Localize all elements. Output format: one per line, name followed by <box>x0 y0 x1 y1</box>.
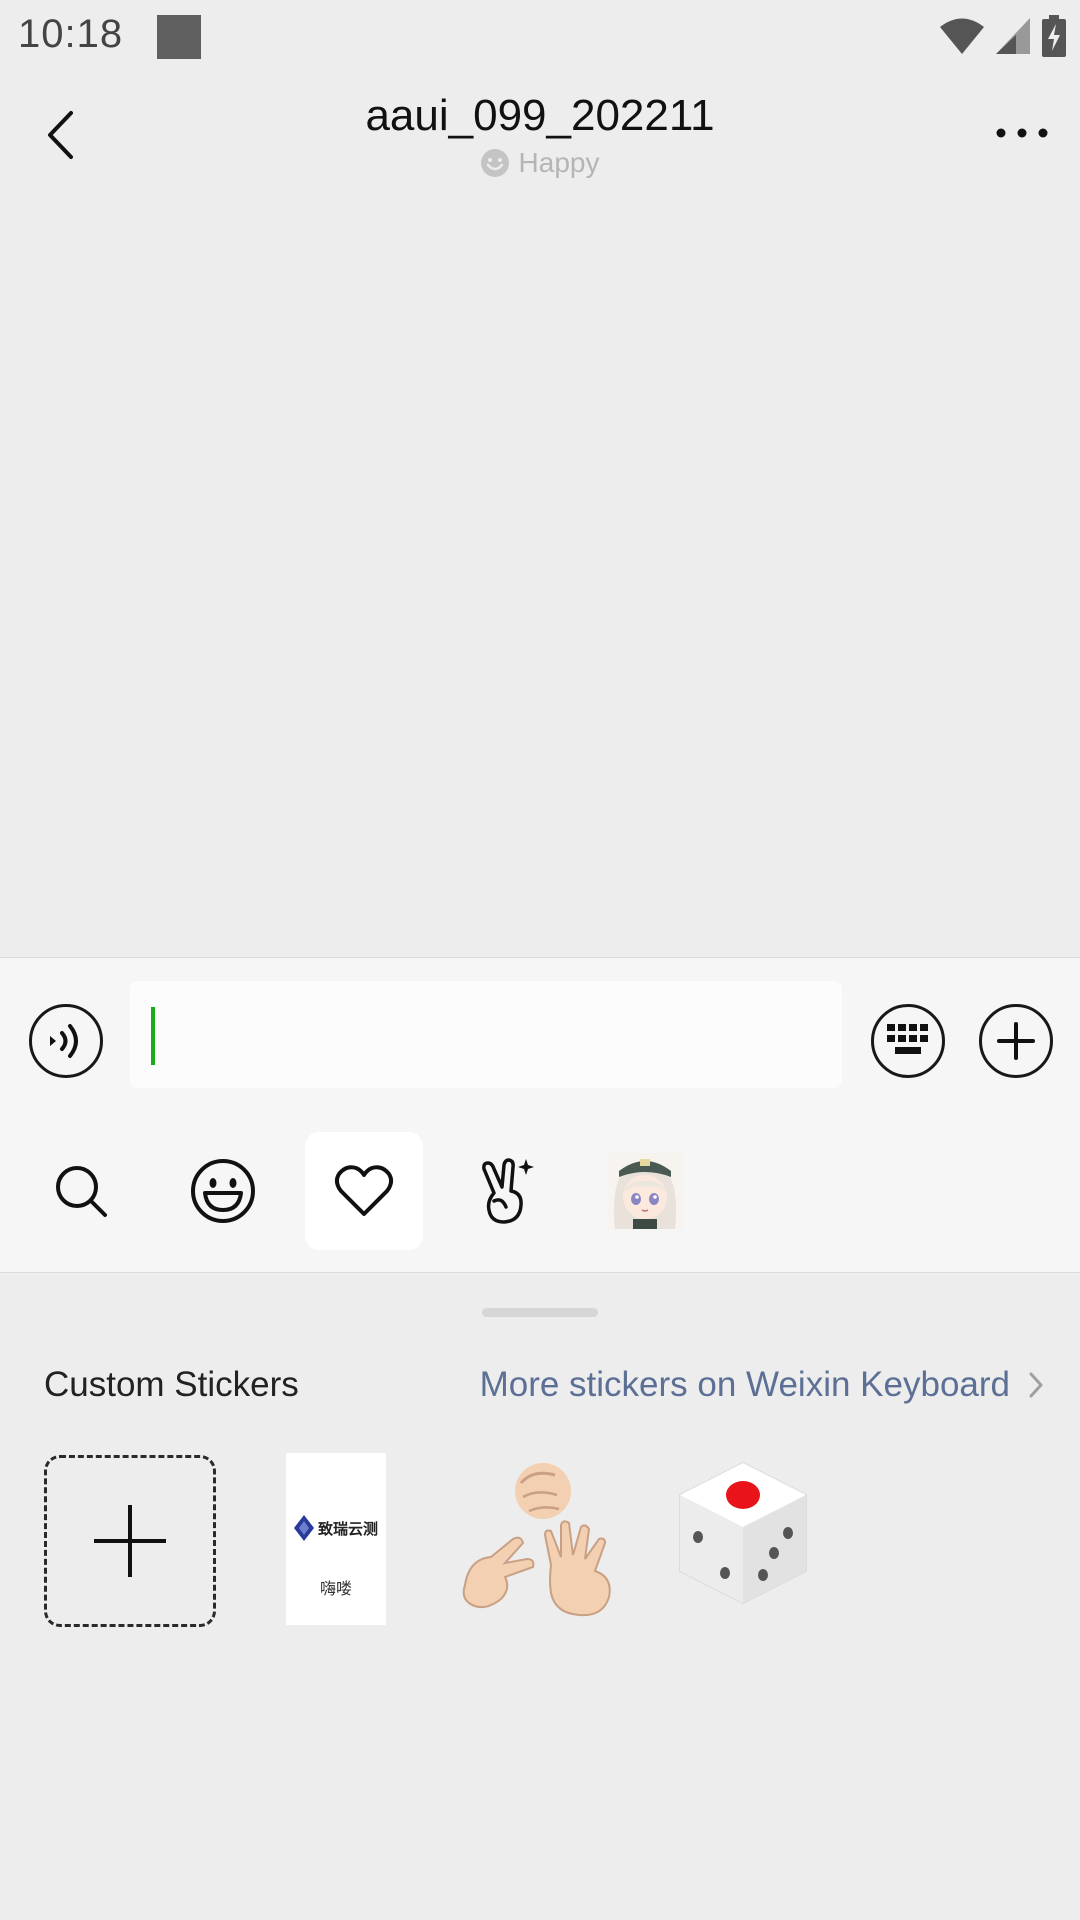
fist-icon <box>515 1463 571 1519</box>
tab-gestures[interactable] <box>447 1132 565 1250</box>
document-sticker[interactable]: 致瑞云测 嗨喽 <box>286 1453 386 1625</box>
tab-favorites[interactable] <box>305 1132 423 1250</box>
tab-emoji[interactable] <box>164 1132 282 1250</box>
more-stickers-link-text: More stickers on Weixin Keyboard <box>479 1365 1010 1404</box>
drag-handle[interactable] <box>482 1308 598 1317</box>
message-input[interactable] <box>130 981 842 1088</box>
emoji-icon <box>191 1159 255 1223</box>
chat-header: aaui_099_202211 Happy <box>0 75 1080 200</box>
plus-icon <box>997 1022 1035 1060</box>
status-time: 10:18 <box>18 12 124 56</box>
section-label: Custom Stickers <box>44 1365 299 1404</box>
voice-button[interactable] <box>29 1004 103 1078</box>
status-icons <box>940 14 1066 58</box>
more-stickers-link[interactable]: More stickers on Weixin Keyboard <box>480 1365 1044 1405</box>
battery-charging-icon <box>1042 15 1066 57</box>
chat-screen: 10:18 aaui_099_202211 Happy Custom Stick… <box>0 0 1080 1920</box>
smiley-icon <box>480 149 509 177</box>
wifi-icon <box>940 18 984 54</box>
doc-logo-text: 致瑞云测 <box>317 1520 378 1538</box>
chat-title: aaui_099_202211 <box>365 91 715 140</box>
doc-caption: 嗨喽 <box>319 1581 352 1598</box>
status-bar: 10:18 <box>0 0 1080 75</box>
contact-status-text: Happy <box>518 147 600 178</box>
more-dots-icon <box>996 128 1048 138</box>
notification-square-icon <box>157 15 201 59</box>
sticker-tabs <box>0 1110 1080 1273</box>
scissors-hand-icon <box>462 1536 535 1609</box>
message-list[interactable] <box>0 200 1080 957</box>
voice-icon <box>50 1024 78 1058</box>
text-caret <box>151 1007 155 1065</box>
heart-icon <box>334 1165 394 1216</box>
sticker-grid: 致瑞云测 嗨喽 <box>0 1453 1080 1633</box>
anime-avatar-icon <box>607 1153 683 1229</box>
input-bar <box>0 957 1080 1110</box>
keyboard-icon <box>887 1024 928 1054</box>
more-button[interactable] <box>992 103 1052 163</box>
tab-custom-pack[interactable] <box>586 1132 704 1250</box>
add-sticker-icon <box>94 1505 166 1577</box>
diamond-logo-icon <box>293 1515 314 1541</box>
keyboard-button[interactable] <box>871 1004 945 1078</box>
dice-icon <box>679 1461 807 1605</box>
rock-paper-scissors-icon <box>462 1463 611 1617</box>
contact-status: Happy <box>0 147 1080 179</box>
more-functions-button[interactable] <box>979 1004 1053 1078</box>
doc-logo: 致瑞云测 <box>293 1515 378 1541</box>
rock-paper-scissors-sticker[interactable] <box>455 1453 625 1625</box>
paper-hand-icon <box>543 1520 611 1617</box>
signal-icon <box>996 18 1030 54</box>
sticker-panel: Custom Stickers More stickers on Weixin … <box>0 1273 1080 1920</box>
dice-sticker[interactable] <box>668 1453 818 1625</box>
victory-hand-icon <box>482 1158 534 1224</box>
add-sticker-button[interactable] <box>44 1455 216 1627</box>
search-icon <box>56 1166 107 1217</box>
chevron-right-icon <box>1029 1372 1043 1398</box>
tab-sticker-search[interactable] <box>22 1132 140 1250</box>
